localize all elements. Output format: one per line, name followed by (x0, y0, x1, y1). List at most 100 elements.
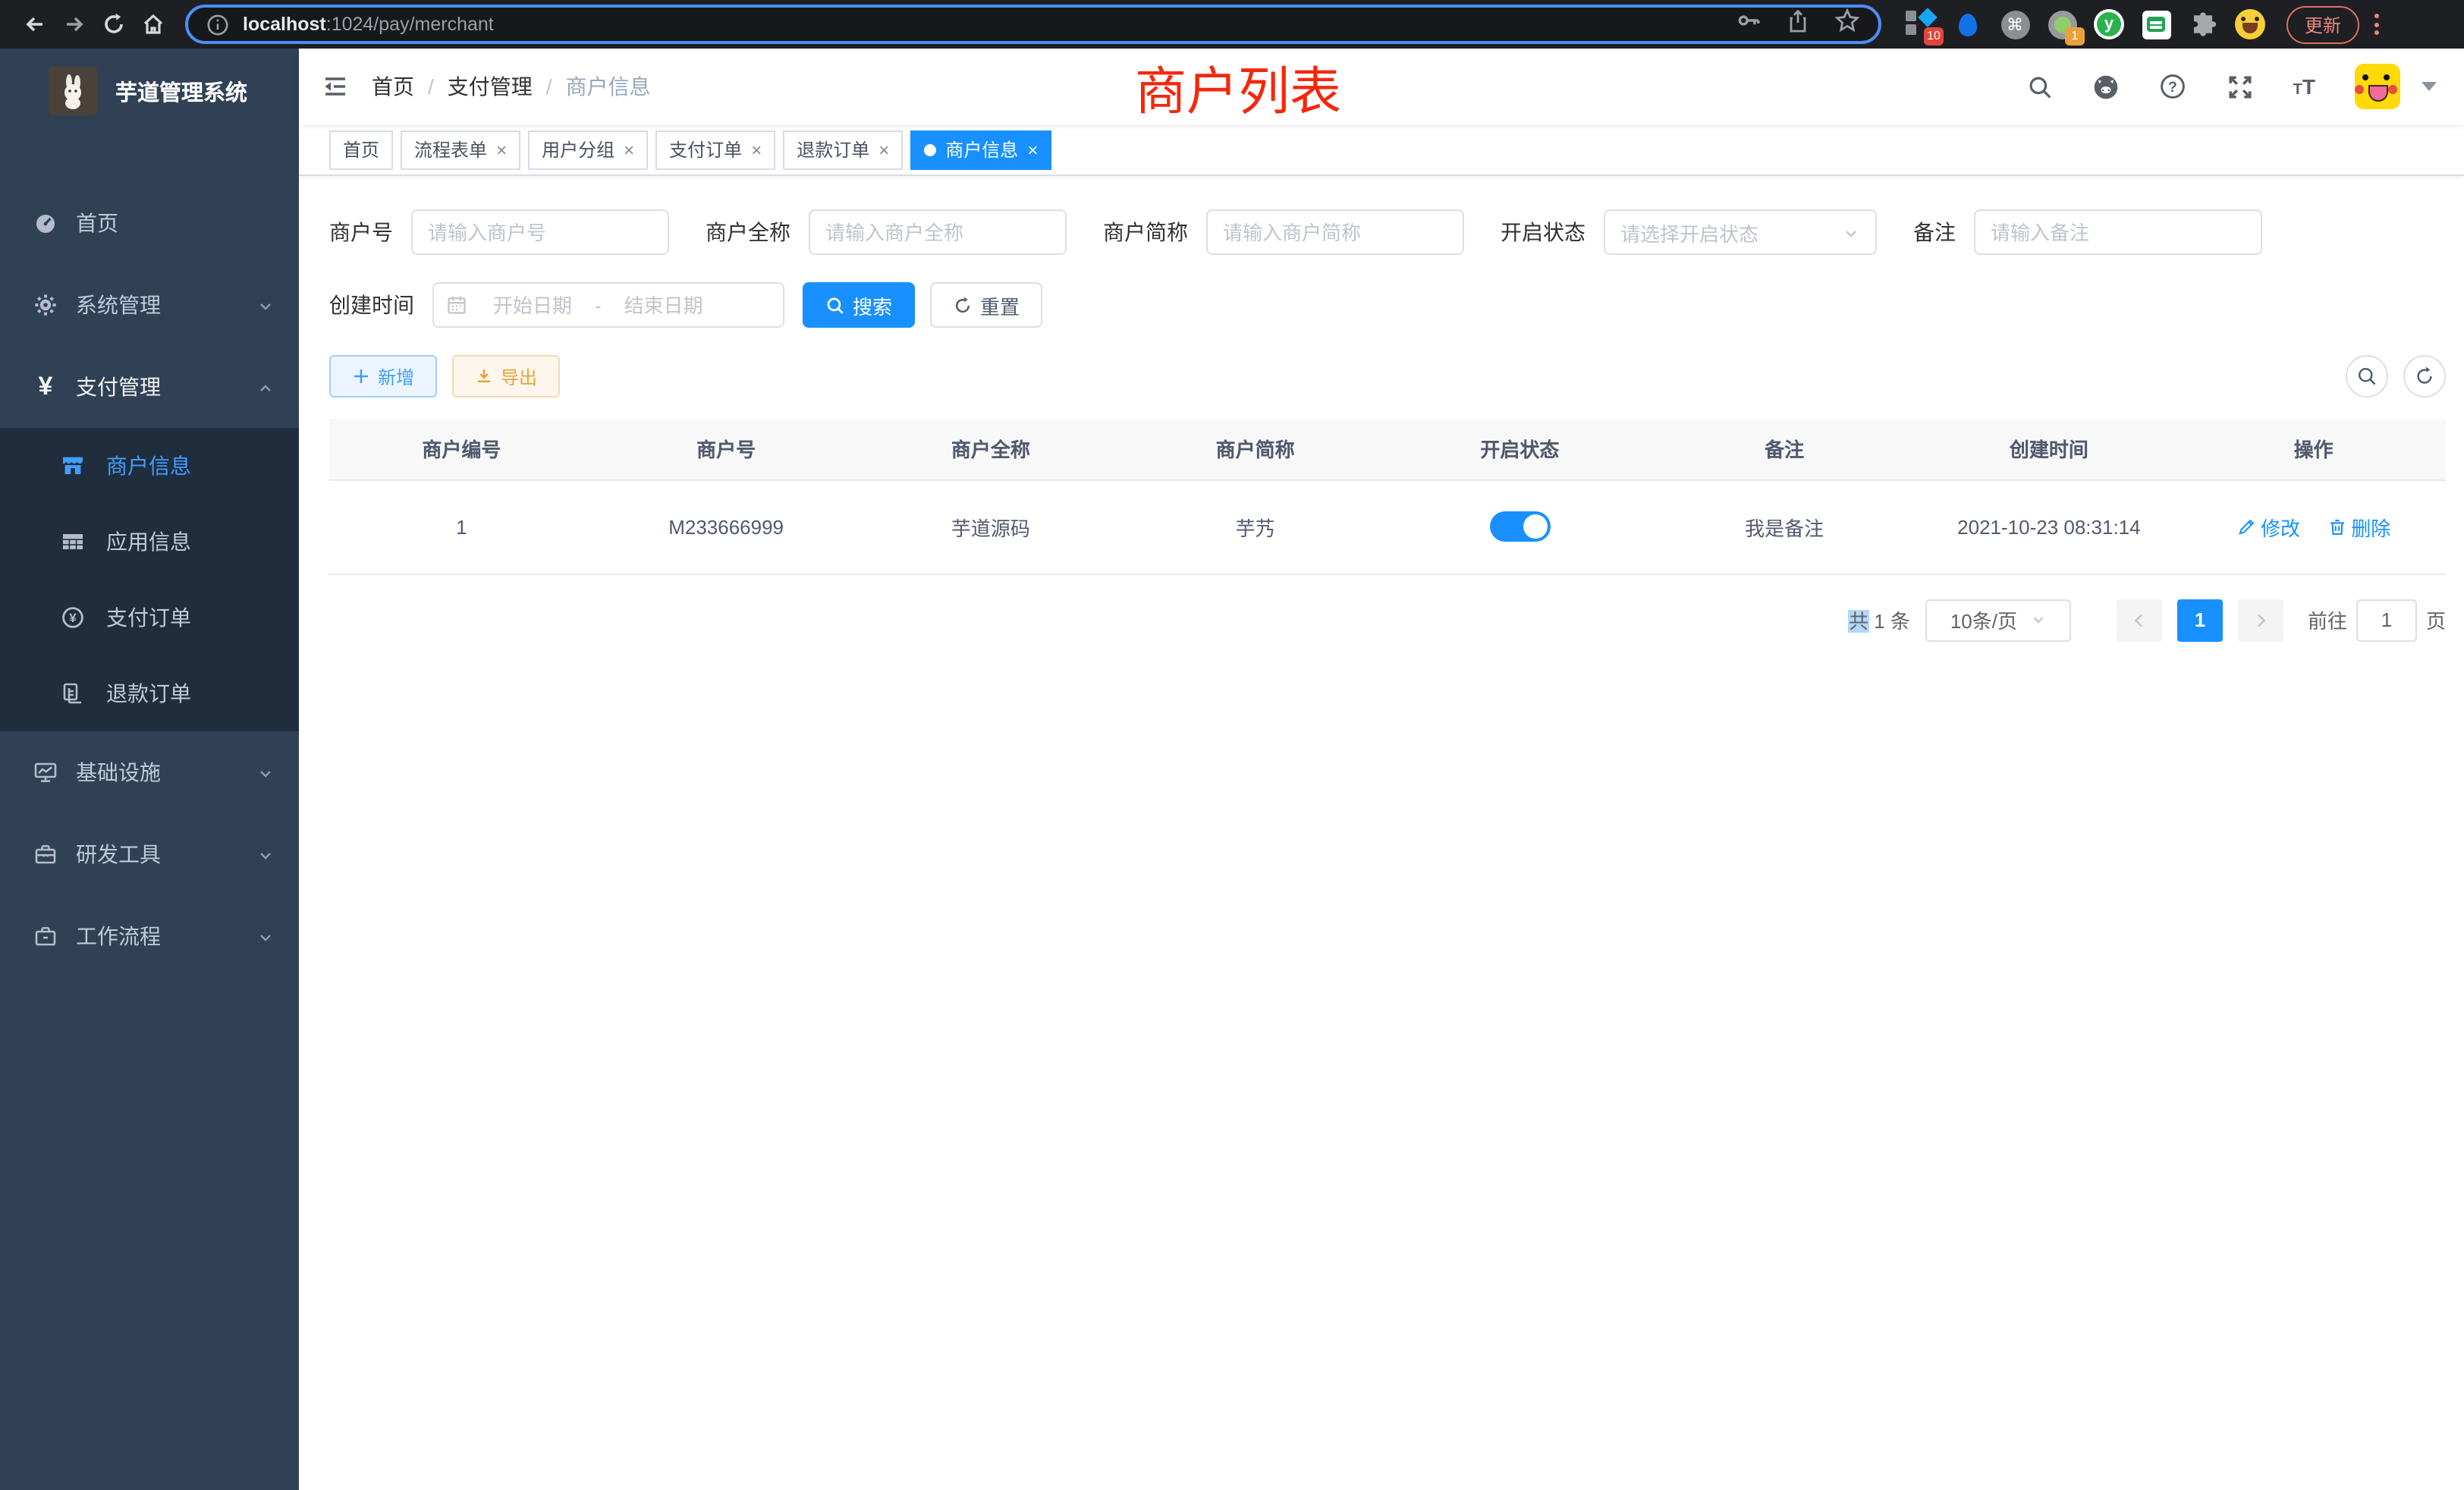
extension-blocker-icon[interactable]: 10 (1906, 9, 1936, 39)
status-select[interactable]: 请选择开启状态 (1604, 209, 1877, 255)
goto-page-input[interactable] (2356, 599, 2417, 641)
close-icon[interactable]: × (496, 140, 507, 159)
copy-document-icon (61, 681, 85, 706)
browser-forward-icon[interactable] (55, 5, 94, 44)
sidebar-item-label: 支付管理 (76, 372, 256, 402)
chevron-down-icon (256, 845, 275, 863)
toggle-search-icon[interactable] (2346, 355, 2388, 398)
breadcrumb: 首页 / 支付管理 / 商户信息 (372, 71, 651, 102)
extension-y-icon[interactable]: y (2094, 9, 2124, 39)
sidebar-item-home[interactable]: 首页 (0, 182, 299, 264)
extension-gem-icon[interactable] (1953, 9, 1983, 39)
close-icon[interactable]: × (751, 140, 762, 159)
sidebar-item-app-info[interactable]: 应用信息 (0, 504, 299, 580)
share-icon[interactable] (1786, 8, 1810, 40)
fullscreen-icon[interactable] (2227, 73, 2254, 100)
chevron-up-icon (256, 378, 275, 396)
remark-label: 备注 (1913, 217, 1956, 247)
extension-command-icon[interactable]: ⌘ (2000, 9, 2030, 39)
refresh-table-icon[interactable] (2403, 355, 2446, 398)
tab-process-form[interactable]: 流程表单× (401, 130, 520, 169)
table-row: 1 M233666999 芋道源码 芋艿 我是备注 2021-10-23 08:… (329, 479, 2446, 574)
browser-home-icon[interactable] (134, 5, 173, 44)
page-size-select[interactable]: 10条/页 (1925, 599, 2071, 641)
close-icon[interactable]: × (1027, 140, 1038, 159)
reset-button[interactable]: 重置 (930, 282, 1042, 328)
browser-reload-icon[interactable] (94, 5, 134, 44)
sidebar-item-merchant-info[interactable]: 商户信息 (0, 428, 299, 504)
sidebar-item-devtools[interactable]: 研发工具 (0, 813, 299, 895)
cell-full-name: 芋道源码 (859, 479, 1124, 574)
next-page-button[interactable] (2238, 599, 2283, 641)
url-text[interactable]: localhost:1024/pay/merchant (243, 14, 1736, 35)
edit-link[interactable]: 修改 (2236, 512, 2300, 541)
sidebar-logo[interactable]: 芋道管理系统 (0, 49, 299, 134)
sidebar-collapse-icon[interactable] (299, 71, 372, 102)
sidebar-item-label: 基础设施 (76, 757, 256, 787)
short-name-input[interactable] (1206, 209, 1464, 255)
yen-icon: ¥ (33, 375, 58, 399)
create-time-range-picker[interactable]: - (432, 282, 784, 328)
date-end-input[interactable] (605, 292, 723, 318)
search-button[interactable]: 搜索 (803, 282, 915, 328)
add-button[interactable]: 新增 (329, 355, 437, 398)
delete-link[interactable]: 删除 (2327, 512, 2390, 541)
breadcrumb-pay[interactable]: 支付管理 (448, 71, 533, 102)
address-bar[interactable]: localhost:1024/pay/merchant (185, 5, 1881, 44)
merchant-table: 商户编号 商户号 商户全称 商户简称 开启状态 备注 创建时间 操作 1 (329, 419, 2446, 574)
extensions-puzzle-icon[interactable] (2188, 9, 2218, 39)
password-key-icon[interactable] (1736, 8, 1762, 41)
prev-page-button[interactable] (2117, 599, 2162, 641)
gear-icon (33, 293, 58, 317)
browser-back-icon[interactable] (15, 5, 55, 44)
sidebar-item-label: 应用信息 (106, 527, 275, 557)
pagination-total: 共 1 条 (1849, 605, 1910, 634)
sidebar-item-pay-order[interactable]: ¥ 支付订单 (0, 580, 299, 655)
tab-merchant-info[interactable]: 商户信息× (910, 130, 1051, 169)
page-number-button[interactable]: 1 (2177, 599, 2223, 641)
header-search-icon[interactable] (2026, 73, 2054, 100)
github-icon[interactable] (2093, 73, 2120, 100)
cell-short-name: 芋艿 (1123, 479, 1388, 574)
monitor-chart-icon (33, 760, 58, 784)
tab-home[interactable]: 首页 (329, 130, 393, 169)
goto-suffix: 页 (2426, 605, 2446, 634)
help-icon[interactable]: ? (2160, 73, 2187, 100)
status-toggle[interactable] (1489, 511, 1550, 542)
remark-input[interactable] (1974, 209, 2262, 255)
tab-pay-order[interactable]: 支付订单× (655, 130, 775, 169)
site-info-icon[interactable] (206, 13, 229, 36)
export-button[interactable]: 导出 (452, 355, 560, 398)
tab-user-group[interactable]: 用户分组× (528, 130, 648, 169)
col-merchant-id: 商户编号 (329, 419, 594, 479)
tab-refund-order[interactable]: 退款订单× (783, 130, 903, 169)
col-full-name: 商户全称 (859, 419, 1124, 479)
sidebar-item-label: 商户信息 (106, 451, 275, 481)
bookmark-star-icon[interactable] (1834, 8, 1860, 41)
browser-update-button[interactable]: 更新 (2286, 5, 2359, 43)
sidebar-item-label: 支付订单 (106, 602, 275, 633)
yen-circle-icon: ¥ (61, 605, 85, 630)
sidebar-item-workflow[interactable]: 工作流程 (0, 895, 299, 977)
close-icon[interactable]: × (878, 140, 889, 159)
extension-chat-icon[interactable] (2141, 9, 2171, 39)
status-select-placeholder: 请选择开启状态 (1620, 218, 1842, 247)
table-header-row: 商户编号 商户号 商户全称 商户简称 开启状态 备注 创建时间 操作 (329, 419, 2446, 479)
date-start-input[interactable] (473, 292, 592, 318)
cell-merchant-id: 1 (329, 479, 594, 574)
breadcrumb-home[interactable]: 首页 (372, 71, 414, 102)
font-size-icon[interactable]: TT (2293, 74, 2315, 99)
sidebar-item-system[interactable]: 系统管理 (0, 264, 299, 346)
user-avatar[interactable] (2355, 64, 2400, 109)
sidebar-item-pay[interactable]: ¥ 支付管理 (0, 346, 299, 428)
avatar-caret-icon[interactable] (2422, 82, 2437, 91)
merchant-no-input[interactable] (411, 209, 669, 255)
sidebar-item-label: 系统管理 (76, 290, 256, 320)
browser-menu-icon[interactable] (2374, 14, 2379, 35)
full-name-input[interactable] (809, 209, 1067, 255)
sidebar-item-refund-order[interactable]: 退款订单 (0, 655, 299, 731)
sidebar-item-infra[interactable]: 基础设施 (0, 731, 299, 813)
extension-proxy-icon[interactable]: 1 (2047, 9, 2077, 39)
profile-avatar-icon[interactable] (2235, 9, 2265, 39)
close-icon[interactable]: × (624, 140, 634, 159)
